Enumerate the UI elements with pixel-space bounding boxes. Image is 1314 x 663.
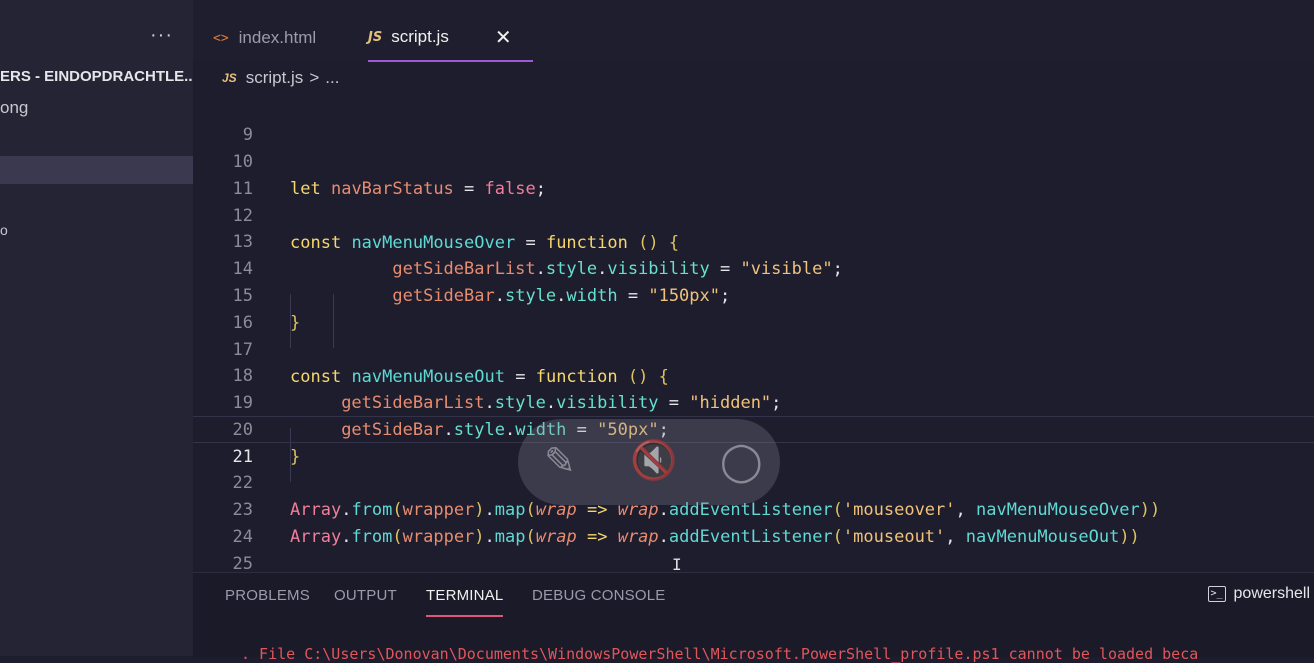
tab-output[interactable]: OUTPUT — [334, 587, 397, 604]
js-file-icon: JS — [222, 71, 237, 85]
more-actions-icon[interactable]: ··· — [150, 24, 173, 47]
shell-label: powershell — [1233, 585, 1310, 602]
close-tab-icon[interactable]: ✕ — [495, 25, 512, 50]
code-line: 13 getSideBarList.style.visibility = "vi… — [193, 202, 1314, 279]
tab-script-js[interactable]: JS script.js ✕ — [368, 14, 533, 62]
code-line: 14 getSideBar.style.width = "150px"; — [193, 229, 1314, 306]
explorer-selected-row[interactable] — [0, 156, 193, 184]
terminal-icon: >_ — [1207, 586, 1226, 602]
code-line: 25 — [193, 524, 1314, 572]
circle-icon[interactable]: ◯ — [720, 439, 763, 484]
chevron-right-icon: > — [309, 68, 320, 87]
code-line: 19 getSideBar.style.width = "50px"; — [193, 363, 1314, 440]
tab-label: script.js — [391, 27, 449, 46]
explorer-folder-title[interactable]: ERS - EINDOPDRACHTLE... — [0, 68, 193, 85]
breadcrumb: JS script.js > ... — [222, 66, 339, 90]
code-line: 12 const navMenuMouseOver = function () … — [193, 176, 1314, 253]
explorer-item-fragment[interactable]: o — [0, 222, 8, 238]
terminal-error-line: . File C:\Users\Donovan\Documents\Window… — [241, 645, 1199, 663]
code-line: 11 — [193, 149, 1314, 199]
tab-debug-console[interactable]: DEBUG CONSOLE — [532, 587, 665, 604]
breadcrumb-symbol[interactable]: ... — [325, 68, 339, 88]
js-file-icon: JS — [368, 29, 383, 45]
code-line: 20 } — [193, 390, 1314, 467]
tab-problems[interactable]: PROBLEMS — [225, 587, 310, 604]
explorer-sidebar: ··· ERS - EINDOPDRACHTLE... ong o — [0, 0, 193, 656]
code-line: 16 — [193, 283, 1314, 333]
tab-terminal[interactable]: TERMINAL — [426, 587, 504, 617]
code-line: 15 } — [193, 256, 1314, 333]
editor-tab-bar: <> index.html JS script.js ✕ — [193, 0, 1314, 62]
unpin-icon[interactable]: ✎ — [544, 439, 576, 484]
mute-icon[interactable]: 🔇 — [630, 439, 677, 483]
breadcrumb-file[interactable]: script.js — [246, 68, 304, 88]
bottom-panel: PROBLEMS OUTPUT TERMINAL DEBUG CONSOLE >… — [193, 572, 1314, 663]
terminal-shell-selector[interactable]: >_ powershell — [1207, 585, 1310, 603]
explorer-item[interactable]: ong — [0, 98, 28, 118]
code-line: 26 const body = document.body; — [193, 550, 1314, 572]
code-line: 17 const navMenuMouseOut = function () { — [193, 310, 1314, 387]
code-line: 9 — [193, 95, 1314, 145]
recording-controls-overlay[interactable]: ✎ 🔇 ◯ — [518, 419, 780, 505]
tab-index-html[interactable]: <> index.html — [213, 14, 316, 62]
html-file-icon: <> — [213, 30, 229, 46]
code-line: 10 let navBarStatus = false; — [193, 122, 1314, 199]
code-line: 18 getSideBarList.style.visibility = "hi… — [193, 336, 1314, 413]
tab-label: index.html — [238, 28, 317, 47]
